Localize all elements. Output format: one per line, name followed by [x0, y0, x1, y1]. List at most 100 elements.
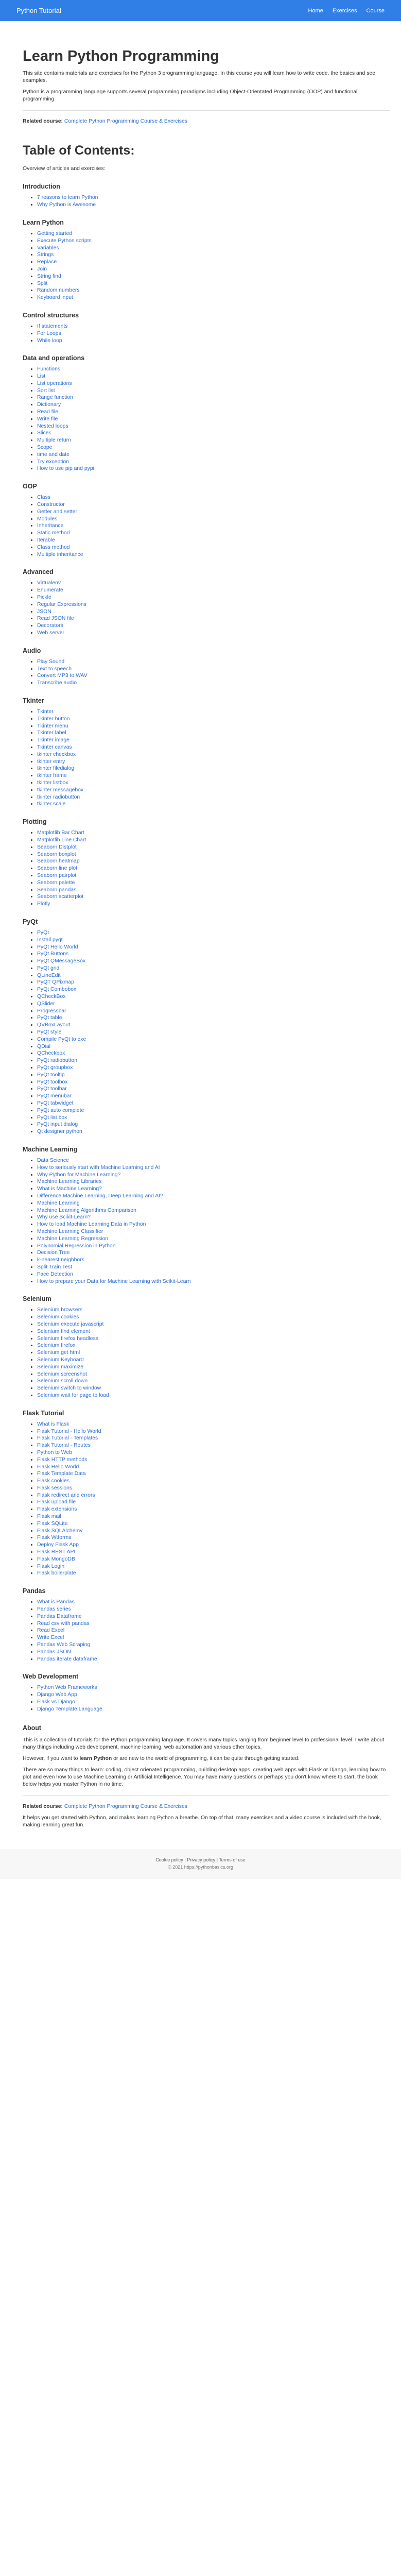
- toc-article-link[interactable]: Class method: [37, 545, 70, 550]
- toc-article-link[interactable]: Seaborn line plot: [37, 866, 77, 871]
- toc-article-link[interactable]: JSON: [37, 609, 51, 615]
- toc-article-link[interactable]: Install pyqt: [37, 937, 63, 943]
- toc-article-link[interactable]: Tkinter menu: [37, 723, 68, 729]
- toc-article-link[interactable]: Read JSON file: [37, 616, 74, 621]
- toc-article-link[interactable]: List: [37, 374, 45, 379]
- toc-article-link[interactable]: QVBoxLayout: [37, 1022, 70, 1028]
- toc-article-link[interactable]: PyQt toolbox: [37, 1079, 68, 1085]
- footer-terms-link[interactable]: Terms of use: [219, 1857, 246, 1862]
- toc-article-link[interactable]: Pandas series: [37, 1606, 71, 1612]
- toc-article-link[interactable]: Functions: [37, 366, 60, 372]
- toc-article-link[interactable]: Flask sessions: [37, 1485, 72, 1491]
- toc-article-link[interactable]: Python to Web: [37, 1450, 72, 1455]
- toc-article-link[interactable]: QLineEdit: [37, 973, 61, 978]
- toc-article-link[interactable]: Plotly: [37, 901, 50, 907]
- toc-article-link[interactable]: Decision Tree: [37, 1250, 70, 1256]
- toc-article-link[interactable]: What is Flask: [37, 1421, 69, 1427]
- toc-article-link[interactable]: Decorators: [37, 623, 63, 629]
- toc-article-link[interactable]: Selenium maximize: [37, 1364, 83, 1370]
- toc-article-link[interactable]: Sort list: [37, 388, 55, 394]
- toc-article-link[interactable]: Django Template Language: [37, 1706, 102, 1712]
- toc-article-link[interactable]: Static method: [37, 530, 70, 536]
- toc-article-link[interactable]: What is Machine Learning?: [37, 1186, 102, 1192]
- toc-article-link[interactable]: Web server: [37, 630, 64, 636]
- brand-link[interactable]: Python Tutorial: [16, 7, 61, 14]
- toc-article-link[interactable]: PyQt toolbar: [37, 1086, 67, 1092]
- toc-article-link[interactable]: Flask HTTP methods: [37, 1457, 87, 1463]
- toc-article-link[interactable]: How to load Machine Learning Data in Pyt…: [37, 1222, 146, 1227]
- toc-article-link[interactable]: Matplotlib Bar Chart: [37, 830, 84, 836]
- toc-article-link[interactable]: Selenium browsers: [37, 1307, 82, 1313]
- toc-article-link[interactable]: Selenium scroll down: [37, 1378, 88, 1384]
- toc-article-link[interactable]: Slices: [37, 430, 51, 436]
- toc-article-link[interactable]: Machine Learning Regression: [37, 1236, 108, 1242]
- toc-article-link[interactable]: Machine Learning Algorithms Comparison: [37, 1208, 136, 1213]
- toc-article-link[interactable]: Range function: [37, 395, 73, 400]
- toc-article-link[interactable]: Write Excel: [37, 1635, 64, 1640]
- toc-article-link[interactable]: Pandas Dataframe: [37, 1614, 82, 1619]
- toc-article-link[interactable]: Virtualenv: [37, 580, 61, 586]
- toc-article-link[interactable]: PyQt Hello World: [37, 944, 78, 950]
- toc-article-link[interactable]: Getting started: [37, 231, 72, 236]
- toc-article-link[interactable]: Selenium screenshot: [37, 1371, 87, 1377]
- toc-article-link[interactable]: Enumerate: [37, 587, 63, 593]
- toc-article-link[interactable]: tkinter filedialog: [37, 766, 74, 771]
- toc-article-link[interactable]: Selenium Keyboard: [37, 1357, 84, 1363]
- about-related-link[interactable]: Complete Python Programming Course & Exe…: [64, 1804, 187, 1809]
- toc-article-link[interactable]: k-nearest neighbors: [37, 1257, 84, 1263]
- toc-article-link[interactable]: Tkinter: [37, 709, 54, 715]
- toc-article-link[interactable]: 7 reasons to learn Python: [37, 195, 98, 200]
- toc-article-link[interactable]: Flask Wtforms: [37, 1535, 71, 1540]
- toc-article-link[interactable]: Machine Learning: [37, 1200, 80, 1206]
- toc-article-link[interactable]: Pickle: [37, 595, 51, 600]
- toc-article-link[interactable]: time and date: [37, 452, 69, 457]
- toc-article-link[interactable]: Random numbers: [37, 287, 80, 293]
- toc-article-link[interactable]: PyQt Buttons: [37, 951, 68, 957]
- toc-article-link[interactable]: Keyboard input: [37, 295, 73, 300]
- toc-article-link[interactable]: For Loops: [37, 331, 61, 336]
- toc-article-link[interactable]: Matplotlib Line Chart: [37, 837, 86, 843]
- toc-article-link[interactable]: Seaborn scatterplot: [37, 894, 83, 900]
- toc-article-link[interactable]: Scope: [37, 445, 52, 450]
- toc-article-link[interactable]: Modules: [37, 516, 57, 522]
- toc-article-link[interactable]: Flask Tutorial - Hello World: [37, 1429, 101, 1434]
- toc-article-link[interactable]: Selenium find element: [37, 1329, 90, 1334]
- toc-article-link[interactable]: QSlider: [37, 1001, 55, 1007]
- toc-article-link[interactable]: Difference Machine Learning, Deep Learni…: [37, 1193, 163, 1199]
- toc-article-link[interactable]: Pandas Web Scraping: [37, 1642, 90, 1648]
- toc-article-link[interactable]: Iterable: [37, 537, 55, 543]
- toc-article-link[interactable]: PyQt Combobox: [37, 987, 76, 992]
- toc-article-link[interactable]: If statements: [37, 324, 67, 329]
- nav-home-link[interactable]: Home: [308, 8, 323, 14]
- toc-article-link[interactable]: Tkinter image: [37, 737, 69, 743]
- toc-article-link[interactable]: tkinter scale: [37, 801, 65, 807]
- toc-article-link[interactable]: Flask cookies: [37, 1478, 69, 1484]
- toc-article-link[interactable]: PyQT QPixmap: [37, 979, 74, 985]
- toc-article-link[interactable]: Execute Python scripts: [37, 238, 92, 244]
- toc-article-link[interactable]: Seaborn palette: [37, 880, 75, 886]
- toc-article-link[interactable]: Selenium get html: [37, 1350, 80, 1355]
- toc-article-link[interactable]: Why Python is Awesome: [37, 202, 96, 208]
- toc-article-link[interactable]: Flask extensions: [37, 1506, 77, 1512]
- toc-article-link[interactable]: Deploy Flask App: [37, 1542, 79, 1548]
- toc-article-link[interactable]: Replace: [37, 259, 57, 265]
- toc-article-link[interactable]: How to prepare your Data for Machine Lea…: [37, 1279, 191, 1284]
- toc-article-link[interactable]: What is Pandas: [37, 1599, 75, 1605]
- toc-article-link[interactable]: Split Train Test: [37, 1264, 72, 1270]
- toc-article-link[interactable]: Join: [37, 266, 47, 272]
- toc-article-link[interactable]: Regular Expressions: [37, 602, 86, 607]
- toc-article-link[interactable]: Seaborn boxplot: [37, 852, 76, 857]
- nav-exercises-link[interactable]: Exercises: [333, 8, 357, 14]
- toc-article-link[interactable]: Nested loops: [37, 423, 68, 429]
- toc-article-link[interactable]: PyQt menubar: [37, 1093, 72, 1099]
- toc-article-link[interactable]: Transcribe audio: [37, 680, 77, 686]
- toc-article-link[interactable]: Why Python for Machine Learning?: [37, 1172, 120, 1178]
- toc-article-link[interactable]: Flask mail: [37, 1514, 61, 1519]
- toc-article-link[interactable]: While loop: [37, 338, 62, 344]
- toc-article-link[interactable]: List operations: [37, 381, 72, 386]
- toc-article-link[interactable]: Data Science: [37, 1158, 69, 1163]
- toc-article-link[interactable]: Tkinter button: [37, 716, 70, 722]
- toc-article-link[interactable]: Face Detection: [37, 1272, 73, 1277]
- toc-article-link[interactable]: Constructor: [37, 502, 65, 507]
- toc-article-link[interactable]: Class: [37, 495, 50, 500]
